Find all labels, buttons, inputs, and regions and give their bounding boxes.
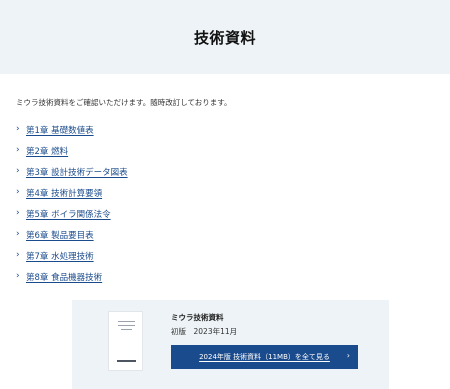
page-header: 技術資料	[0, 0, 450, 74]
chapter-item-5[interactable]: › 第5章 ボイラ関係法令	[16, 203, 128, 224]
chevron-right-icon: ›	[16, 229, 20, 239]
chapter-link[interactable]: 第2章 燃料	[26, 145, 68, 157]
view-all-documents-button[interactable]: 2024年版 技術資料（11MB）を全て見る ›	[171, 345, 358, 369]
cover-text-line	[121, 329, 132, 330]
page-title: 技術資料	[193, 28, 256, 47]
chapter-link[interactable]: 第3章 設計技術データ図表	[26, 166, 128, 178]
chevron-right-icon: ›	[346, 351, 350, 360]
chapter-link[interactable]: 第4章 技術計算要領	[26, 187, 102, 199]
chapter-item-1[interactable]: › 第1章 基礎数値表	[16, 119, 128, 140]
chevron-right-icon: ›	[16, 271, 20, 281]
document-cover-thumbnail	[108, 311, 143, 371]
chevron-right-icon: ›	[16, 145, 20, 155]
chevron-right-icon: ›	[16, 250, 20, 260]
chevron-right-icon: ›	[16, 187, 20, 197]
chapter-link[interactable]: 第7章 水処理技術	[26, 250, 94, 262]
chapter-link[interactable]: 第8章 食品機器技術	[26, 271, 102, 283]
cover-logo	[117, 360, 136, 362]
intro-text: ミウラ技術資料をご確認いただけます。随時改訂しております。	[16, 98, 232, 107]
document-title: ミウラ技術資料	[171, 313, 224, 322]
chapter-item-4[interactable]: › 第4章 技術計算要領	[16, 182, 128, 203]
chevron-right-icon: ›	[16, 208, 20, 218]
document-edition: 初版 2023年11月	[171, 327, 238, 336]
document-card: ミウラ技術資料 初版 2023年11月 2024年版 技術資料（11MB）を全て…	[72, 300, 389, 389]
view-all-documents-label: 2024年版 技術資料（11MB）を全て見る	[199, 353, 330, 361]
chapter-item-8[interactable]: › 第8章 食品機器技術	[16, 266, 128, 287]
chapter-link[interactable]: 第1章 基礎数値表	[26, 124, 94, 136]
chapter-link[interactable]: 第6章 製品要目表	[26, 229, 94, 241]
cover-text-line	[118, 325, 135, 326]
chapter-item-3[interactable]: › 第3章 設計技術データ図表	[16, 161, 128, 182]
chapter-item-2[interactable]: › 第2章 燃料	[16, 140, 128, 161]
chapter-item-7[interactable]: › 第7章 水処理技術	[16, 245, 128, 266]
chapter-list: › 第1章 基礎数値表 › 第2章 燃料 › 第3章 設計技術データ図表 › 第…	[16, 119, 128, 287]
chapter-item-6[interactable]: › 第6章 製品要目表	[16, 224, 128, 245]
chapter-link[interactable]: 第5章 ボイラ関係法令	[26, 208, 111, 220]
chevron-right-icon: ›	[16, 166, 20, 176]
cover-text-line	[118, 321, 135, 322]
chevron-right-icon: ›	[16, 124, 20, 134]
